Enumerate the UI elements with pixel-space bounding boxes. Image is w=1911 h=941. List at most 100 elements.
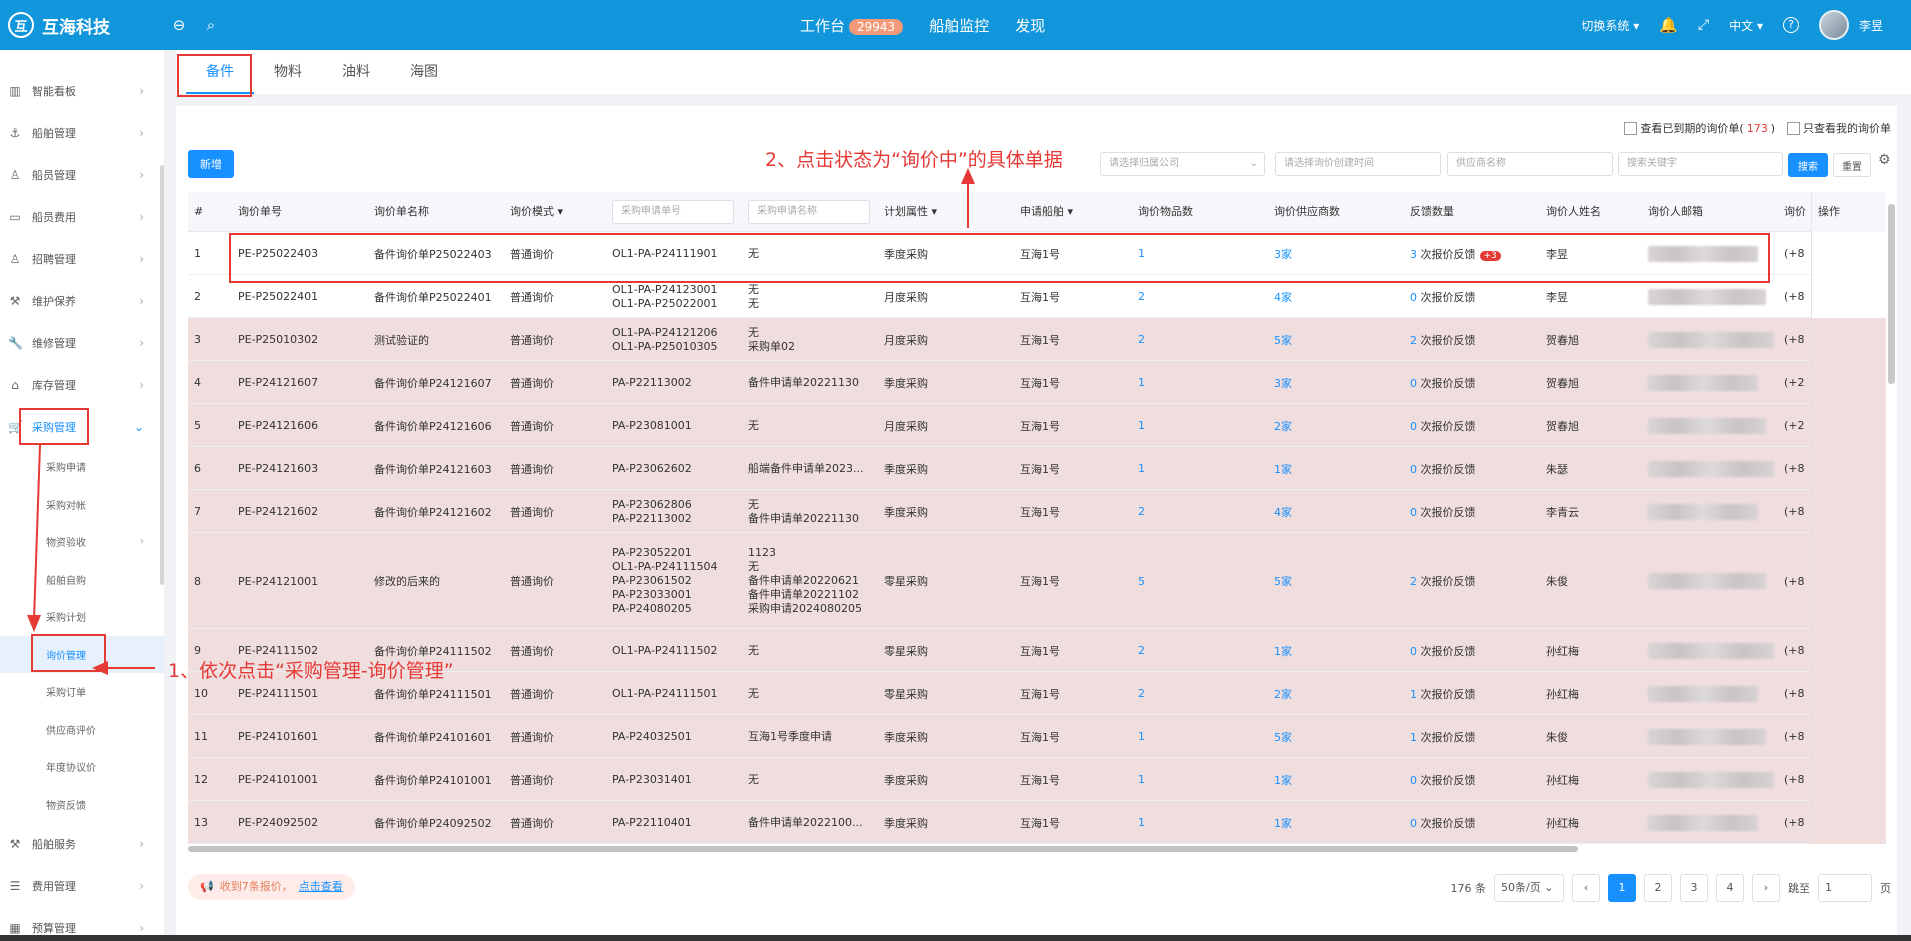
inquiry-no[interactable]: PE-P24121606	[238, 404, 318, 447]
supplier-count-link[interactable]: 1家	[1274, 447, 1292, 490]
goods-count-link[interactable]: 2	[1138, 490, 1145, 533]
page-button-1[interactable]: 1	[1608, 874, 1636, 902]
apply-name-filter[interactable]: 采购申请名称	[748, 200, 870, 224]
notice-view-link[interactable]: 点击查看	[299, 874, 343, 900]
sidebar-sub-reconciliation[interactable]: 采购对帐	[0, 486, 164, 524]
th-plan[interactable]: 计划属性 ▾	[884, 192, 937, 232]
feedback-count[interactable]: 0	[1410, 377, 1417, 390]
supplier-count-link[interactable]: 2家	[1274, 672, 1292, 715]
supplier-count-link[interactable]: 3家	[1274, 361, 1292, 404]
language-menu[interactable]: 中文 ▾	[1729, 17, 1763, 34]
sidebar-item-ship[interactable]: ⚓ 船舶管理 ›	[0, 112, 164, 154]
nav-ship-monitor[interactable]: 船舶监控	[929, 15, 989, 36]
fullscreen-icon[interactable]: ⤢	[1698, 17, 1709, 33]
check-expired[interactable]: 查看已到期的询价单(173)	[1624, 120, 1775, 136]
sidebar-sub-supplier-eval[interactable]: 供应商评价	[0, 711, 164, 749]
table-horizontal-scrollbar[interactable]	[188, 846, 1578, 852]
table-vertical-scrollbar[interactable]	[1888, 204, 1895, 384]
goods-count-link[interactable]: 2	[1138, 629, 1145, 672]
sidebar-sub-purchase-request[interactable]: 采购申请	[0, 448, 164, 486]
back-icon[interactable]: ⊖	[166, 16, 192, 34]
operation-cell[interactable]	[1811, 404, 1886, 447]
table-row[interactable]: 8 PE-P24121001 修改的后来的 普通询价 PA-P23052201 OL1-P…	[188, 533, 1886, 629]
supplier-count-link[interactable]: 5家	[1274, 715, 1292, 758]
sidebar-item-inventory[interactable]: ⌂ 库存管理 ›	[0, 364, 164, 406]
operation-cell[interactable]	[1811, 801, 1886, 844]
operation-cell[interactable]	[1811, 533, 1886, 629]
feedback-count[interactable]: 0	[1410, 463, 1417, 476]
checkbox[interactable]	[1624, 121, 1638, 135]
goods-count-link[interactable]: 1	[1138, 715, 1145, 758]
goods-count-link[interactable]: 2	[1138, 672, 1145, 715]
sidebar-item-procurement[interactable]: 🛒 采购管理 ⌄	[0, 406, 164, 448]
operation-cell[interactable]	[1811, 672, 1886, 715]
logo[interactable]: 互 互海科技	[0, 12, 160, 38]
inquiry-no[interactable]: PE-P24121602	[238, 490, 318, 533]
search-icon[interactable]: ⌕	[198, 16, 224, 34]
operation-cell[interactable]	[1811, 490, 1886, 533]
feedback-count[interactable]: 0	[1410, 645, 1417, 658]
feedback-count[interactable]: 2	[1410, 575, 1417, 588]
inquiry-no[interactable]: PE-P24121001	[238, 533, 318, 629]
supplier-count-link[interactable]: 1家	[1274, 758, 1292, 801]
sidebar-item-recruit[interactable]: ♙ 招聘管理 ›	[0, 238, 164, 280]
operation-cell[interactable]	[1811, 318, 1886, 361]
inquiry-no[interactable]: PE-P25010302	[238, 318, 318, 361]
nav-workbench[interactable]: 工作台 29943	[800, 15, 904, 36]
table-row[interactable]: 11 PE-P24101601 备件询价单P24101601 普通询价 PA-P2403…	[188, 715, 1886, 758]
tab-charts[interactable]: 海图	[390, 58, 458, 94]
search-button[interactable]: 搜索	[1788, 153, 1828, 177]
operation-cell[interactable]	[1811, 361, 1886, 404]
table-row[interactable]: 2 PE-P25022401 备件询价单P25022401 普通询价 OL1-PA-P2…	[188, 275, 1886, 318]
sidebar-sub-self-purchase[interactable]: 船舶自购	[0, 561, 164, 599]
inquiry-no[interactable]: PE-P24121603	[238, 447, 318, 490]
feedback-count[interactable]: 0	[1410, 291, 1417, 304]
operation-cell[interactable]	[1811, 232, 1886, 275]
apply-no-filter[interactable]: 采购申请单号	[612, 200, 734, 224]
inquiry-no[interactable]: PE-P25022403	[238, 232, 318, 275]
switch-system-menu[interactable]: 切换系统 ▾	[1581, 17, 1639, 34]
feedback-count[interactable]: 3	[1410, 248, 1417, 261]
goods-count-link[interactable]: 1	[1138, 801, 1145, 844]
check-mine[interactable]: 只查看我的询价单	[1787, 120, 1891, 136]
goods-count-link[interactable]: 5	[1138, 533, 1145, 629]
sidebar-item-dashboard[interactable]: ▥ 智能看板 ›	[0, 70, 164, 112]
tab-materials[interactable]: 物料	[254, 58, 322, 94]
page-button-4[interactable]: 4	[1716, 874, 1744, 902]
table-row[interactable]: 7 PE-P24121602 备件询价单P24121602 普通询价 PA-P23062…	[188, 490, 1886, 533]
table-row[interactable]: 6 PE-P24121603 备件询价单P24121603 普通询价 PA-P23062…	[188, 447, 1886, 490]
inquiry-no[interactable]: PE-P24121607	[238, 361, 318, 404]
sidebar-sub-inquiry[interactable]: 询价管理	[0, 635, 164, 673]
table-row[interactable]: 5 PE-P24121606 备件询价单P24121606 普通询价 PA-P23081…	[188, 404, 1886, 447]
feedback-count[interactable]: 0	[1410, 420, 1417, 433]
operation-cell[interactable]	[1811, 629, 1886, 672]
inquiry-no[interactable]: PE-P24092502	[238, 801, 318, 844]
table-row[interactable]: 3 PE-P25010302 测试验证的 普通询价 OL1-PA-P24121206 OL…	[188, 318, 1886, 361]
goods-count-link[interactable]: 1	[1138, 404, 1145, 447]
bell-icon[interactable]: 🔔	[1659, 16, 1678, 34]
supplier-count-link[interactable]: 4家	[1274, 490, 1292, 533]
supplier-count-link[interactable]: 5家	[1274, 533, 1292, 629]
sidebar-sub-feedback[interactable]: 物资反馈	[0, 786, 164, 824]
supplier-count-link[interactable]: 1家	[1274, 629, 1292, 672]
supplier-count-link[interactable]: 4家	[1274, 275, 1292, 318]
sidebar-sub-plan[interactable]: 采购计划	[0, 598, 164, 636]
th-mode[interactable]: 询价模式 ▾	[510, 192, 563, 232]
feedback-count[interactable]: 2	[1410, 334, 1417, 347]
inquiry-no[interactable]: PE-P24101001	[238, 758, 318, 801]
operation-cell[interactable]	[1811, 715, 1886, 758]
goods-count-link[interactable]: 2	[1138, 318, 1145, 361]
goods-count-link[interactable]: 1	[1138, 232, 1145, 275]
feedback-count[interactable]: 1	[1410, 688, 1417, 701]
sidebar-sub-annual-price[interactable]: 年度协议价	[0, 748, 164, 786]
sidebar-item-crew-cost[interactable]: ▭ 船员费用 ›	[0, 196, 164, 238]
operation-cell[interactable]	[1811, 275, 1886, 318]
nav-discover[interactable]: 发现	[1015, 15, 1045, 36]
page-button-2[interactable]: 2	[1644, 874, 1672, 902]
prev-page-button[interactable]: ‹	[1572, 874, 1600, 902]
table-row[interactable]: 13 PE-P24092502 备件询价单P24092502 普通询价 PA-P2211…	[188, 801, 1886, 844]
feedback-count[interactable]: 0	[1410, 817, 1417, 830]
jump-page-input[interactable]: 1	[1818, 874, 1872, 902]
supplier-count-link[interactable]: 2家	[1274, 404, 1292, 447]
supplier-count-link[interactable]: 1家	[1274, 801, 1292, 844]
